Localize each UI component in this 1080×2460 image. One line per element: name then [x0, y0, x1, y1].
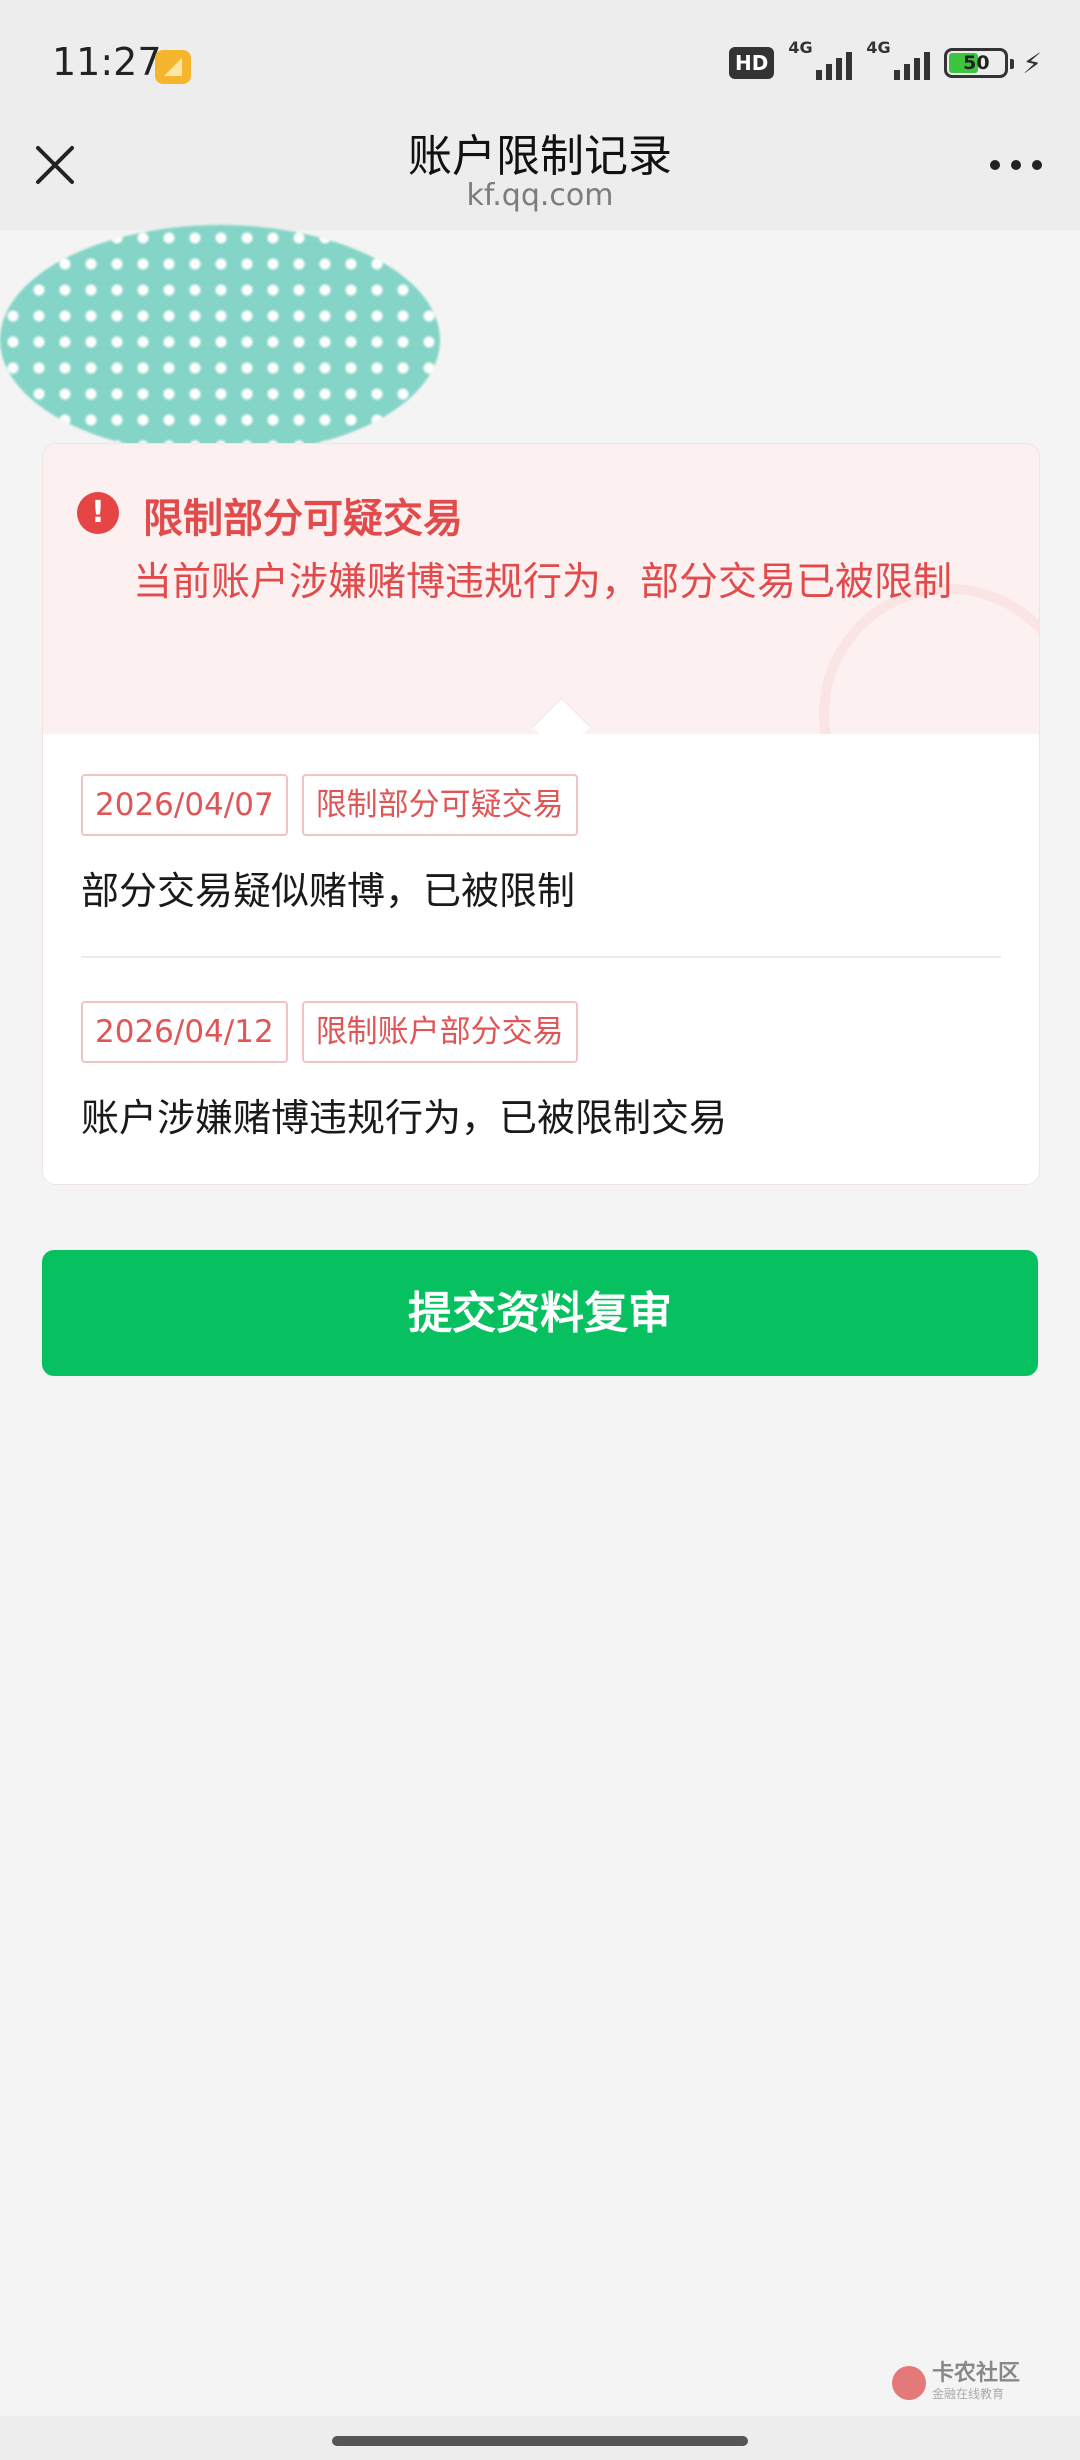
watermark-text: 卡农社区 [931, 2361, 1020, 2386]
nav-bar: 账户限制记录 kf.qq.com [0, 110, 1080, 230]
record-description: 部分交易疑似赌博，已被限制 [81, 869, 576, 913]
submit-review-button[interactable]: 提交资料复审 [42, 1250, 1038, 1376]
restriction-card: ! 限制部分可疑交易 当前账户涉嫌赌博违规行为，部分交易已被限制 2026/04… [42, 443, 1040, 1185]
gesture-bar [0, 2416, 1080, 2460]
exclamation-icon: ! [77, 492, 119, 534]
record-date-tag: 2026/04/12 [81, 1001, 288, 1063]
watermark-logo-icon [891, 2365, 926, 2400]
home-indicator[interactable] [332, 2436, 748, 2446]
signal-strength-icon: 4G [788, 38, 853, 80]
decorative-dot-pattern [0, 225, 440, 455]
divider [81, 956, 1001, 958]
alert-description: 当前账户涉嫌赌博违规行为，部分交易已被限制 [133, 560, 953, 605]
record-type-tag: 限制部分可疑交易 [301, 774, 578, 836]
record-item: 2026/04/12 限制账户部分交易 账户涉嫌赌博违规行为，已被限制交易 [81, 1001, 1001, 1142]
record-item: 2026/04/07 限制部分可疑交易 部分交易疑似赌博，已被限制 [81, 774, 1001, 915]
signal-strength-icon-2: 4G [866, 38, 931, 80]
alert-title: 限制部分可疑交易 [143, 496, 463, 542]
record-date-tag: 2026/04/07 [81, 774, 288, 836]
page-title: 账户限制记录 [408, 131, 672, 182]
more-options-icon[interactable] [990, 150, 1050, 180]
hd-voice-badge: HD [728, 47, 775, 79]
records-list: 2026/04/07 限制部分可疑交易 部分交易疑似赌博，已被限制 2026/0… [43, 734, 1039, 1184]
status-indicators: HD 4G 4G 50 ⚡ [728, 38, 1042, 80]
site-watermark: 卡农社区 金融在线教育 [891, 2361, 1020, 2402]
network-type-label: 4G [788, 38, 813, 57]
gallery-notification-icon [155, 50, 191, 84]
battery-level: 50 [963, 52, 990, 74]
alert-banner: ! 限制部分可疑交易 当前账户涉嫌赌博违规行为，部分交易已被限制 [43, 444, 1039, 844]
battery-icon: 50 [944, 48, 1015, 78]
page-domain: kf.qq.com [466, 178, 614, 213]
status-time: 11:27 [52, 40, 162, 84]
watermark-subtext: 金融在线教育 [931, 2387, 1004, 2401]
record-description: 账户涉嫌赌博违规行为，已被限制交易 [81, 1096, 728, 1140]
status-bar: 11:27 HD 4G 4G 50 ⚡ [0, 0, 1080, 110]
network-type-label-2: 4G [866, 38, 891, 57]
charging-icon: ⚡ [1022, 46, 1042, 80]
record-type-tag: 限制账户部分交易 [301, 1001, 578, 1063]
